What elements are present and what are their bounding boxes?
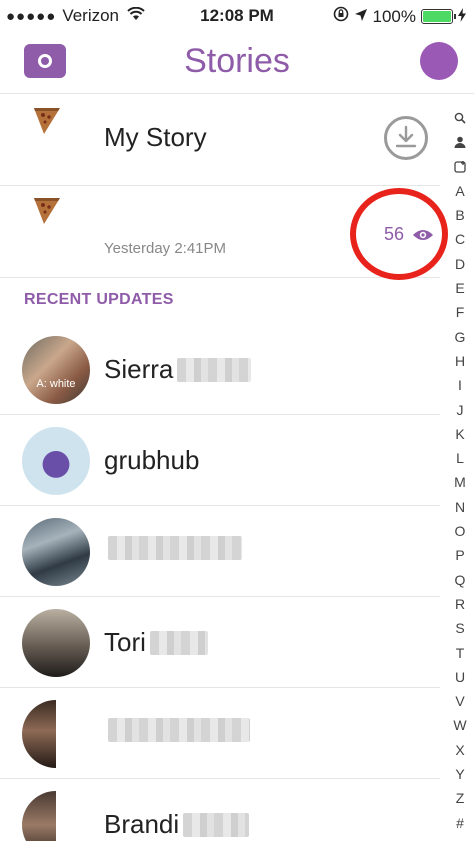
index-letter[interactable]: D	[453, 252, 466, 276]
my-story-label: My Story	[104, 122, 207, 152]
index-letter[interactable]: N	[453, 495, 466, 519]
my-story-row[interactable]: My Story	[0, 94, 440, 186]
pizza-thumbnail-icon	[34, 108, 60, 134]
list-item[interactable]: Tori	[0, 597, 440, 688]
friend-name: grubhub	[104, 445, 200, 475]
download-story-button[interactable]	[384, 116, 428, 160]
pizza-thumbnail-icon	[34, 198, 60, 224]
list-item[interactable]: A: white Sierra	[0, 324, 440, 415]
index-letter[interactable]: T	[453, 641, 466, 665]
status-right: 100%	[333, 6, 466, 27]
redacted-text	[183, 812, 250, 837]
list-item[interactable]	[0, 688, 440, 779]
index-letter[interactable]: B	[453, 203, 466, 227]
avatar	[22, 700, 56, 768]
index-letter[interactable]: S	[453, 616, 466, 640]
index-search-icon[interactable]	[446, 106, 474, 130]
index-letter[interactable]: C	[453, 227, 466, 251]
friend-name: Brandi	[104, 809, 250, 840]
index-letter[interactable]: V	[453, 689, 466, 713]
index-letter[interactable]: R	[453, 592, 466, 616]
charging-icon	[458, 7, 466, 27]
index-letter[interactable]: H	[453, 349, 466, 373]
friend-name	[104, 536, 242, 560]
friend-name: Tori	[104, 627, 208, 658]
avatar	[22, 427, 90, 495]
avatar-caption: A: white	[36, 378, 76, 390]
index-letter[interactable]: U	[453, 665, 466, 689]
nav-bar: Stories	[0, 32, 474, 94]
rotation-lock-icon	[333, 6, 349, 27]
index-add-friend-icon[interactable]	[446, 155, 474, 179]
page-title: Stories	[184, 42, 290, 80]
index-letters[interactable]: A B C D E F G H I J K L M N O P Q R S T U V W X Y Z #	[453, 179, 466, 835]
index-letter[interactable]: #	[453, 811, 466, 835]
battery-percent: 100%	[372, 6, 416, 26]
redacted-text	[149, 630, 208, 655]
index-letter[interactable]: Y	[453, 762, 466, 786]
avatar: A: white	[22, 336, 90, 404]
avatar	[22, 518, 90, 586]
index-letter[interactable]: G	[453, 325, 466, 349]
index-letter[interactable]: P	[453, 543, 466, 567]
index-letter[interactable]: O	[453, 519, 466, 543]
index-letter[interactable]: W	[453, 713, 466, 737]
index-letter[interactable]: F	[453, 300, 466, 324]
index-letter[interactable]: L	[453, 446, 466, 470]
index-letter[interactable]: Z	[453, 786, 466, 810]
index-letter[interactable]: A	[453, 179, 466, 203]
list-item[interactable]	[0, 506, 440, 597]
alphabet-index[interactable]: A B C D E F G H I J K L M N O P Q R S T U V W X Y Z #	[446, 106, 474, 835]
annotation-circle	[350, 188, 448, 280]
status-bar: ●●●●● Verizon 12:08 PM 100%	[0, 0, 474, 32]
redacted-text	[108, 718, 250, 742]
snap-timestamp: Yesterday 2:41PM	[104, 240, 227, 257]
index-letter[interactable]: Q	[453, 568, 466, 592]
friend-name	[104, 718, 250, 742]
index-letter[interactable]: K	[453, 422, 466, 446]
section-header-recent-updates: RECENT UPDATES	[24, 291, 174, 308]
list-item[interactable]: Brandi	[0, 779, 440, 841]
download-icon	[395, 125, 417, 148]
index-letter[interactable]: X	[453, 738, 466, 762]
friend-name: Sierra	[104, 354, 252, 385]
redacted-text	[177, 357, 252, 382]
profile-button[interactable]	[420, 42, 458, 80]
index-letter[interactable]: E	[453, 276, 466, 300]
battery-icon	[421, 9, 456, 24]
list-item[interactable]: grubhub	[0, 415, 440, 506]
avatar	[22, 791, 56, 841]
index-letter[interactable]: M	[453, 470, 466, 494]
redacted-text	[108, 536, 242, 560]
index-letter[interactable]: I	[453, 373, 466, 397]
avatar	[22, 609, 90, 677]
index-letter[interactable]: J	[453, 398, 466, 422]
location-arrow-icon	[354, 7, 368, 27]
index-person-icon[interactable]	[446, 130, 474, 154]
